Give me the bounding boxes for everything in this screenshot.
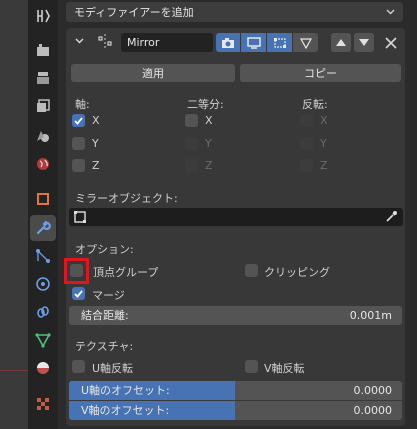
move-up-button[interactable] bbox=[331, 33, 351, 52]
vertex-groups-checkbox[interactable] bbox=[70, 264, 83, 277]
axis-z-checkbox[interactable] bbox=[72, 159, 85, 172]
data-mesh-icon[interactable] bbox=[33, 330, 53, 350]
particles-icon[interactable] bbox=[33, 246, 53, 266]
mirror-object-label: ミラーオブジェクト: bbox=[75, 192, 178, 205]
flip-z-label: Z bbox=[320, 159, 328, 172]
apply-label: 適用 bbox=[142, 67, 164, 80]
clipping-checkbox[interactable] bbox=[245, 264, 258, 277]
flip-u-label: U軸反転 bbox=[92, 362, 134, 375]
constraints-icon[interactable] bbox=[33, 302, 53, 322]
options-heading: オプション: bbox=[75, 243, 134, 256]
object-icon[interactable] bbox=[33, 189, 53, 209]
merge-distance-value: 0.001m bbox=[349, 309, 392, 322]
u-offset-label: U軸のオフセット: bbox=[81, 384, 170, 397]
axis-y-checkbox[interactable] bbox=[72, 137, 85, 150]
axis-heading: 軸: bbox=[75, 98, 90, 111]
on-cage-icon[interactable] bbox=[293, 33, 318, 52]
scene-icon[interactable] bbox=[33, 125, 53, 145]
add-modifier-dropdown[interactable]: モディファイアーを追加 bbox=[66, 2, 403, 22]
flip-z-checkbox[interactable] bbox=[300, 159, 313, 172]
view-layer-icon[interactable] bbox=[33, 96, 53, 116]
flip-u-checkbox[interactable] bbox=[72, 360, 85, 373]
mirror-modifier-icon bbox=[98, 34, 112, 48]
axis-x-label: X bbox=[92, 114, 100, 127]
merge-distance-label: 結合距離: bbox=[81, 309, 129, 322]
viewport-edge bbox=[0, 0, 28, 429]
bisect-x-label: X bbox=[205, 114, 213, 127]
bisect-z-checkbox[interactable] bbox=[185, 159, 198, 172]
physics-icon[interactable] bbox=[33, 274, 53, 294]
flip-x-checkbox[interactable] bbox=[300, 114, 313, 127]
clipping-label: クリッピング bbox=[264, 266, 330, 279]
texture-icon[interactable] bbox=[33, 394, 53, 414]
add-modifier-label: モディファイアーを追加 bbox=[74, 6, 194, 19]
triangle-up-icon bbox=[336, 39, 346, 46]
flip-heading: 反転: bbox=[302, 98, 328, 111]
axis-y-label: Y bbox=[92, 137, 99, 150]
axis-z-label: Z bbox=[92, 159, 100, 172]
render-icon[interactable] bbox=[33, 40, 53, 60]
apply-button[interactable]: 適用 bbox=[71, 64, 235, 82]
visibility-toggles bbox=[216, 33, 319, 52]
modifier-name-field[interactable]: Mirror bbox=[121, 33, 213, 52]
copy-label: コピー bbox=[304, 67, 337, 80]
eyedropper-icon[interactable] bbox=[385, 210, 398, 223]
bisect-y-label: Y bbox=[205, 137, 212, 150]
triangle-down-icon bbox=[359, 39, 369, 46]
merge-label: マージ bbox=[92, 289, 125, 302]
v-offset-field[interactable]: V軸のオフセット: 0.0000 bbox=[69, 401, 402, 420]
u-offset-field[interactable]: U軸のオフセット: 0.0000 bbox=[69, 381, 402, 400]
modifier-wrench-icon[interactable] bbox=[30, 215, 56, 241]
chevron-down-icon bbox=[386, 9, 395, 15]
modifier-name-text: Mirror bbox=[127, 36, 160, 49]
bisect-x-checkbox[interactable] bbox=[185, 114, 198, 127]
vertex-groups-label: 頂点グループ bbox=[93, 266, 159, 279]
edit-cage-icon[interactable] bbox=[216, 33, 240, 52]
u-offset-value: 0.0000 bbox=[353, 384, 393, 397]
world-icon[interactable] bbox=[33, 154, 53, 174]
flip-y-label: Y bbox=[320, 137, 327, 150]
axis-x-checkbox[interactable] bbox=[72, 114, 85, 127]
edit-mode-icon[interactable] bbox=[267, 33, 292, 52]
collapse-chevron-icon[interactable] bbox=[75, 38, 84, 44]
properties-tab-bar bbox=[28, 0, 58, 429]
copy-button[interactable]: コピー bbox=[240, 64, 401, 82]
flip-v-checkbox[interactable] bbox=[245, 360, 258, 373]
v-offset-value: 0.0000 bbox=[353, 404, 393, 417]
bisect-y-checkbox[interactable] bbox=[185, 137, 198, 150]
material-icon[interactable] bbox=[33, 358, 53, 378]
bisect-heading: 二等分: bbox=[187, 98, 224, 111]
merge-checkbox[interactable] bbox=[72, 287, 85, 300]
mirror-object-field[interactable] bbox=[69, 208, 403, 226]
v-offset-label: V軸のオフセット: bbox=[81, 404, 170, 417]
tool-icon[interactable] bbox=[33, 6, 53, 26]
flip-v-label: V軸反転 bbox=[264, 362, 305, 375]
close-remove-icon[interactable] bbox=[384, 36, 398, 50]
object-data-icon bbox=[74, 211, 86, 223]
merge-distance-field[interactable]: 結合距離: 0.001m bbox=[69, 306, 402, 325]
flip-x-label: X bbox=[320, 114, 328, 127]
bisect-z-label: Z bbox=[205, 159, 213, 172]
flip-y-checkbox[interactable] bbox=[300, 137, 313, 150]
move-down-button[interactable] bbox=[354, 33, 374, 52]
realtime-display-icon[interactable] bbox=[241, 33, 266, 52]
output-icon[interactable] bbox=[33, 68, 53, 88]
texture-heading: テクスチャ: bbox=[75, 340, 134, 353]
